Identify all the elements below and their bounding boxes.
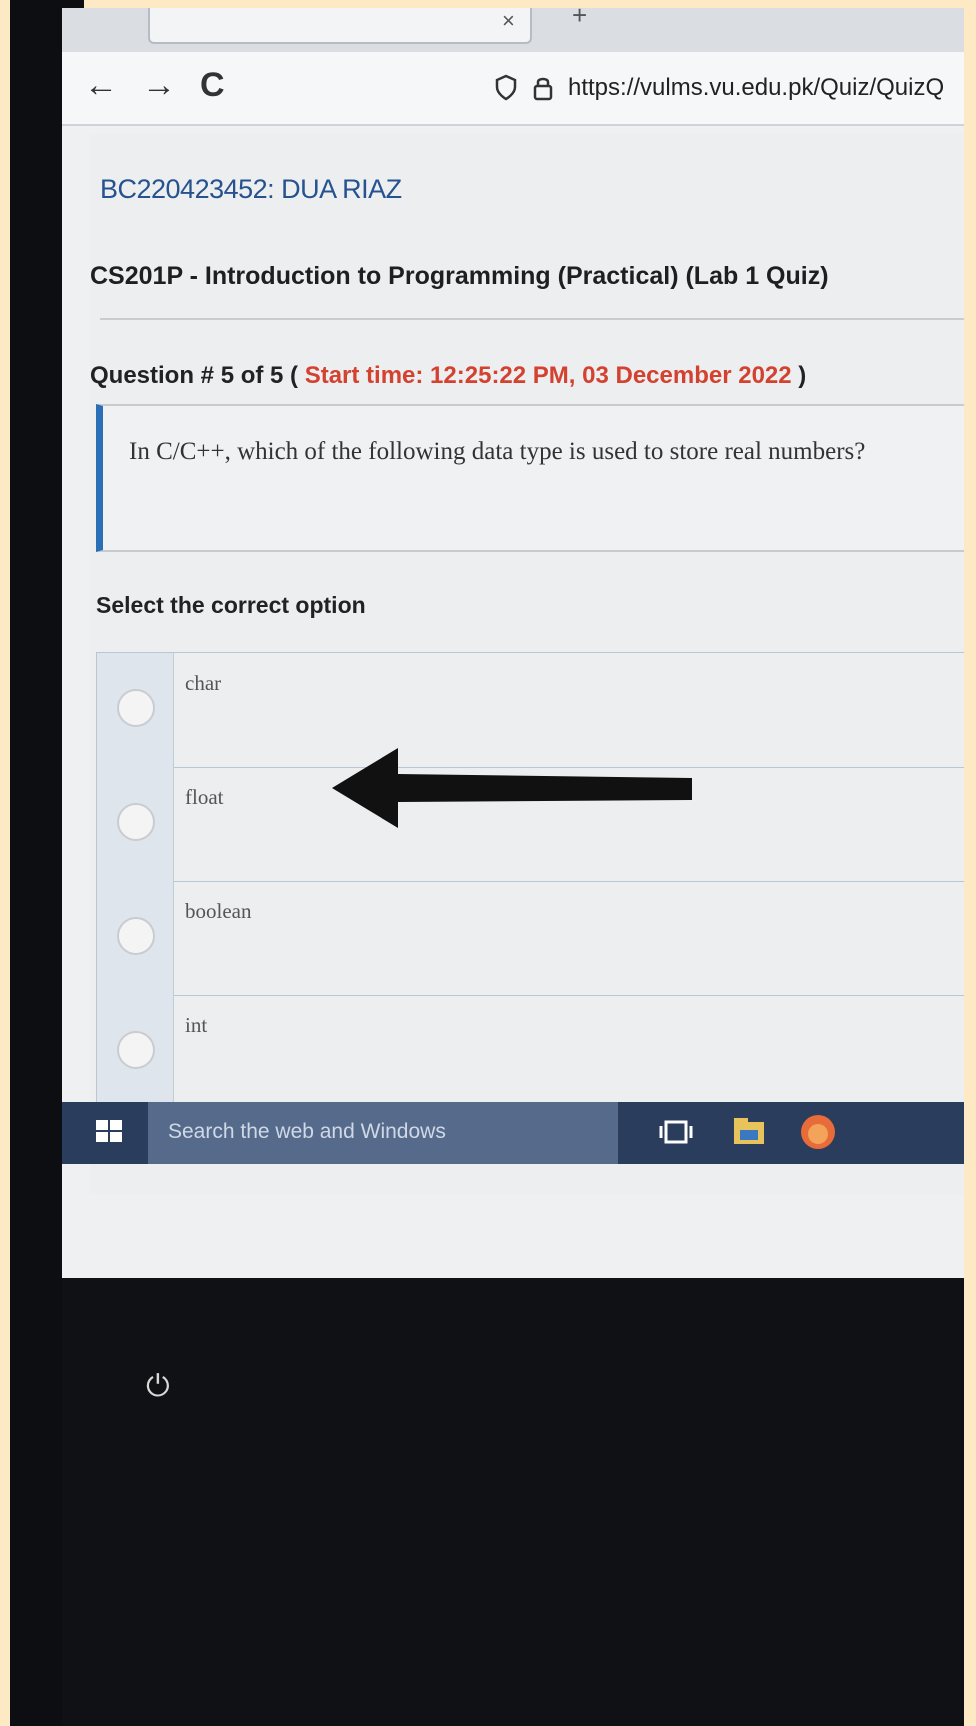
tab-strip: × +	[62, 8, 964, 52]
option-label: boolean	[185, 899, 252, 923]
options-list: char float boolean int	[96, 652, 964, 1114]
back-icon[interactable]: ←	[84, 66, 118, 105]
search-placeholder: Search the web and Windows	[168, 1120, 446, 1143]
forward-icon[interactable]: →	[142, 66, 176, 105]
student-id-name: BC220423452: DUA RIAZ	[100, 174, 402, 204]
option-row[interactable]: boolean	[97, 881, 964, 996]
question-text: In C/C++, which of the following data ty…	[129, 438, 866, 465]
power-icon: ⏻	[146, 1370, 170, 1403]
new-tab-icon[interactable]: +	[572, 8, 587, 31]
radio-cell	[97, 995, 174, 1109]
lock-icon	[533, 77, 553, 101]
address-bar[interactable]: https://vulms.vu.edu.pk/Quiz/QuizQ	[494, 74, 944, 102]
url-text: https://vulms.vu.edu.pk/Quiz/QuizQ	[568, 74, 945, 101]
radio-cell	[97, 653, 174, 767]
select-option-label: Select the correct option	[96, 592, 366, 618]
question-box: In C/C++, which of the following data ty…	[96, 404, 964, 552]
question-header: Question # 5 of 5 ( Start time: 12:25:22…	[90, 362, 806, 390]
divider	[100, 318, 964, 320]
shield-icon	[495, 74, 517, 101]
option-radio-char[interactable]	[117, 689, 155, 727]
question-number: Question # 5 of 5 (	[90, 362, 299, 389]
browser-tab[interactable]	[148, 8, 532, 44]
course-title: CS201P - Introduction to Programming (Pr…	[90, 262, 829, 290]
radio-cell	[97, 881, 174, 995]
option-row[interactable]: int	[97, 995, 964, 1109]
windows-taskbar: Search the web and Windows	[62, 1102, 964, 1164]
windows-start-icon[interactable]	[96, 1120, 124, 1144]
start-time: Start time: 12:25:22 PM, 03 December 202…	[304, 362, 792, 389]
firefox-icon[interactable]	[798, 1112, 838, 1152]
quiz-page: BC220423452: DUA RIAZ CS201P - Introduct…	[90, 134, 964, 1194]
taskbar-search-box[interactable]: Search the web and Windows	[148, 1102, 618, 1164]
browser-toolbar: ← → C https://vulms.vu.edu.pk/Quiz/QuizQ	[62, 52, 964, 126]
file-explorer-icon[interactable]	[732, 1116, 766, 1146]
option-label: float	[185, 785, 224, 809]
option-label: char	[185, 671, 222, 695]
background-strip	[964, 0, 976, 1726]
option-radio-float[interactable]	[117, 803, 155, 841]
option-label: int	[185, 1013, 208, 1037]
browser-window: × + ← → C https://vulms.vu.edu.pk/Quiz/Q…	[62, 8, 964, 1278]
radio-cell	[97, 767, 174, 881]
option-radio-int[interactable]	[117, 1031, 155, 1069]
tab-close-icon[interactable]: ×	[502, 8, 515, 34]
reload-icon[interactable]: C	[200, 66, 225, 105]
option-radio-boolean[interactable]	[117, 917, 155, 955]
question-paren-close: )	[798, 362, 807, 389]
arrow-annotation-icon	[332, 748, 692, 828]
task-view-icon[interactable]	[658, 1116, 694, 1148]
